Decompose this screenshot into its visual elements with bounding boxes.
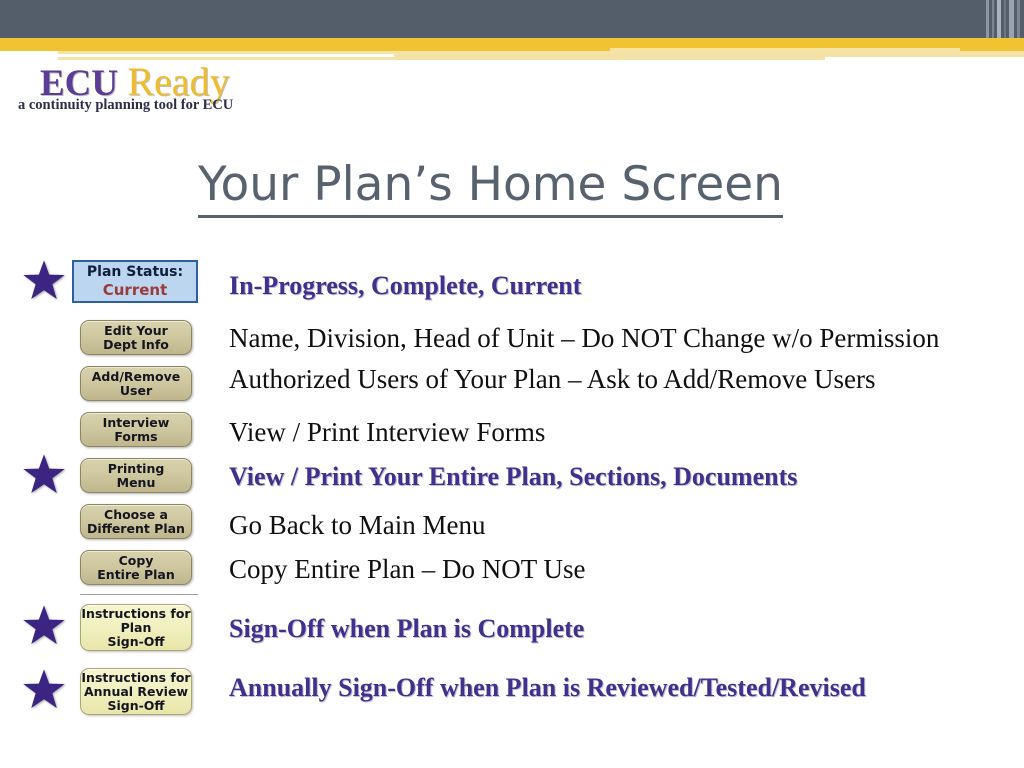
description-printing-menu: View / Print Your Entire Plan, Sections,…: [229, 462, 798, 491]
button-edit-dept-info[interactable]: Edit Your Dept Info: [80, 320, 192, 355]
description-interview-forms: View / Print Interview Forms: [229, 417, 546, 447]
description-choose-plan: Go Back to Main Menu: [229, 510, 486, 540]
description-annual-sign-off: Annually Sign-Off when Plan is Reviewed/…: [229, 673, 866, 702]
header-notch-highlight: [610, 48, 960, 51]
description-plan-sign-off: Sign-Off when Plan is Complete: [229, 614, 585, 643]
header-dark-band: [0, 0, 1024, 38]
button-printing-menu[interactable]: Printing Menu: [80, 458, 192, 493]
plan-status-value: Current: [102, 281, 168, 299]
button-annual-review-sign-off-instructions[interactable]: Instructions for Annual Review Sign-Off: [80, 668, 192, 715]
button-add-remove-user[interactable]: Add/Remove User: [80, 366, 192, 401]
button-choose-different-plan[interactable]: Choose a Different Plan: [80, 504, 192, 539]
star-marker-annual-sign-off: [22, 668, 66, 712]
page-title: Your Plan’s Home Screen: [198, 157, 783, 218]
logo-tagline: a continuity planning tool for ECU: [18, 97, 234, 113]
ecu-ready-logo: ECU Ready a continuity planning tool for…: [18, 62, 248, 120]
description-copy-plan: Copy Entire Plan – Do NOT Use: [229, 554, 586, 584]
button-plan-sign-off-instructions[interactable]: Instructions for Plan Sign-Off: [80, 604, 192, 651]
plan-status-label: Plan Status:: [86, 264, 184, 280]
description-add-remove-user: Authorized Users of Your Plan – Ask to A…: [229, 364, 876, 394]
header-notch-left: [0, 51, 58, 60]
page-header-banner: [0, 0, 1024, 61]
header-notch-right: [825, 57, 1024, 61]
button-interview-forms[interactable]: Interview Forms: [80, 412, 192, 447]
star-marker-plan-status: [22, 259, 66, 303]
plan-status-box[interactable]: Plan Status: Current: [72, 260, 198, 303]
button-copy-entire-plan[interactable]: Copy Entire Plan: [80, 550, 192, 585]
description-plan-status: In-Progress, Complete, Current: [229, 271, 582, 300]
description-edit-dept-info: Name, Division, Head of Unit – Do NOT Ch…: [229, 323, 940, 353]
header-notch-mid: [58, 54, 394, 57]
button-group-divider: [80, 594, 198, 595]
star-marker-printing-menu: [22, 453, 66, 497]
star-marker-plan-sign-off: [22, 604, 66, 648]
